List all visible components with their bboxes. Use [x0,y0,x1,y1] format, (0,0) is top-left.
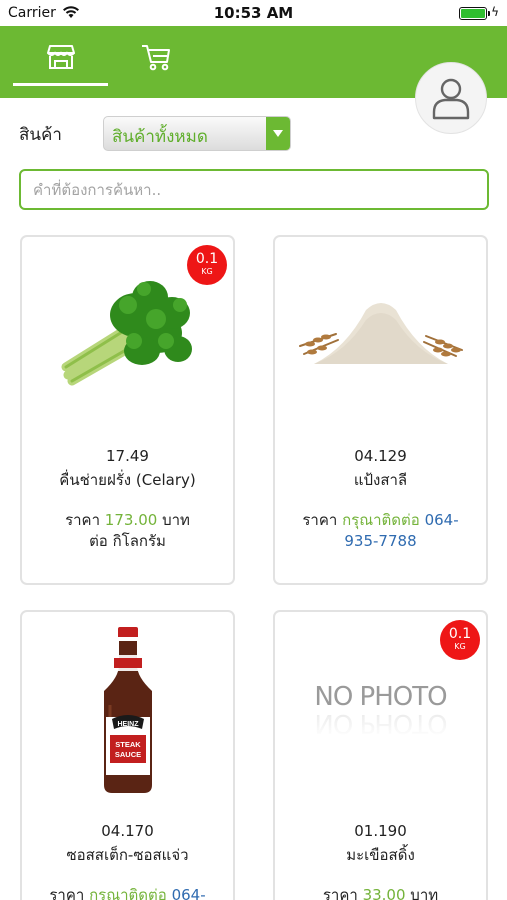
price-value: 173.00 [104,511,158,529]
cart-icon [141,45,170,71]
product-image: NO PHOTO NO PHOTO [275,620,486,800]
category-selected-value: สินค้าทั้งหมด [112,127,208,147]
clock: 10:53 AM [213,4,294,22]
product-card[interactable]: 04.129 แป้งสาลี ราคา กรุณาติดต่อ 064- 93… [273,235,488,585]
product-name: แป้งสาลี [353,471,408,489]
product-image [275,245,486,425]
product-card[interactable]: 0.1 KG NO PHOTO NO PHOTO 01.190 มะเขือสด… [273,610,488,900]
category-dropdown[interactable]: สินค้าทั้งหมด [103,116,291,151]
no-photo-reflection: NO PHOTO [314,708,447,738]
store-icon [46,45,75,69]
product-image [22,245,233,425]
svg-text:SAUCE: SAUCE [114,750,140,759]
price-prefix: ราคา [49,886,85,900]
sauce-bottle-image: HEINZ STEAK SAUCE [103,627,152,793]
product-image: HEINZ STEAK SAUCE [22,620,233,800]
status-bar: Carrier 10:53 AM ϟ [0,0,507,26]
product-price: ราคา กรุณาติดต่อ 064- 935-7788 [283,510,478,552]
price-prefix: ราคา [65,511,101,529]
search-input[interactable] [21,171,487,208]
svg-text:STEAK: STEAK [115,740,141,749]
product-card[interactable]: 0.1 KG 17.49 คื่นช่ายฝรั่ง (Celary) ราคา… [20,235,235,585]
product-price: ราคา 33.00 บาท [283,885,478,900]
product-name: ซอสสเต็ก-ซอสแจ่ว [66,846,189,864]
category-label: สินค้า [19,125,62,145]
price-unit: ต่อ กิโลกรัม [89,532,166,550]
celery-image [61,281,192,386]
contact-text: กรุณาติดต่อ [89,886,167,900]
flour-image [298,303,463,364]
tab-store[interactable] [13,26,108,88]
product-name: คื่นช่ายฝรั่ง (Celary) [59,471,196,489]
tab-cart[interactable] [108,26,203,88]
battery-icon [459,7,490,20]
profile-button[interactable] [415,62,487,134]
contact-text: กรุณาติดต่อ [342,511,420,529]
product-card[interactable]: HEINZ STEAK SAUCE 04.170 ซอสสเต็ก-ซอสแจ่… [20,610,235,900]
price-value: 33.00 [362,886,406,900]
user-icon [432,78,470,120]
svg-text:HEINZ: HEINZ [117,721,139,728]
product-code: 17.49 [106,447,149,465]
product-code: 01.190 [354,822,407,840]
chevron-down-icon[interactable] [266,117,290,150]
product-price: ราคา กรุณาติดต่อ 064- [30,885,225,900]
contact-phone-cont[interactable]: 935-7788 [344,532,416,550]
price-suffix: บาท [410,886,439,900]
contact-phone[interactable]: 064- [425,511,459,529]
search-box[interactable] [19,169,489,210]
product-price: ราคา 173.00 บาท ต่อ กิโลกรัม [30,510,225,552]
active-tab-indicator [13,83,108,86]
price-prefix: ราคา [302,511,338,529]
price-prefix: ราคา [322,886,358,900]
product-code: 04.129 [354,447,407,465]
charging-icon: ϟ [491,5,499,19]
product-name: มะเขือสดิ้ง [346,846,415,864]
contact-phone[interactable]: 064- [172,886,206,900]
price-suffix: บาท [162,511,190,529]
product-code: 04.170 [101,822,154,840]
no-photo-placeholder: NO PHOTO NO PHOTO [314,682,447,738]
